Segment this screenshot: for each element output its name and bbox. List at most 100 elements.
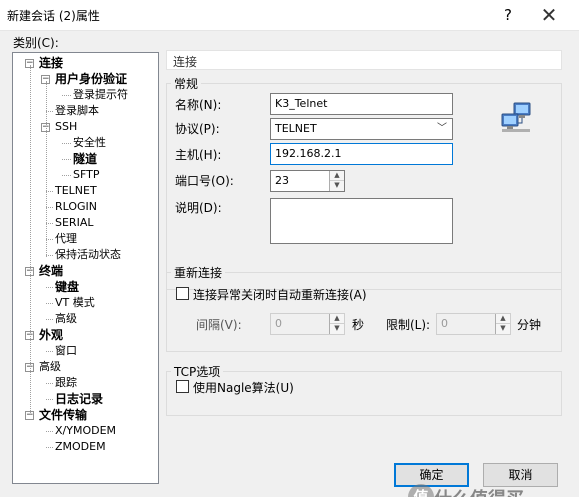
tree-item[interactable]: X/YMODEM <box>55 423 116 439</box>
tree-item-label: 隧道 <box>73 152 98 166</box>
reconnect-group-title: 重新连接 <box>171 264 226 281</box>
tree-connector <box>46 303 53 304</box>
tree-item[interactable]: 高级 <box>55 311 77 327</box>
tree-connector <box>46 431 53 432</box>
description-textarea[interactable] <box>270 198 453 244</box>
protocol-select[interactable]: TELNET ﹀ <box>270 118 453 140</box>
tree-item[interactable]: 文件传输 <box>39 407 87 423</box>
tree-connector <box>46 255 53 256</box>
tree-item[interactable]: TELNET <box>55 183 97 199</box>
chevron-down-icon: ﹀ <box>437 123 447 134</box>
tree-connector <box>46 351 53 352</box>
tree-item-label: SSH <box>55 120 78 133</box>
reconnect-group <box>166 272 562 352</box>
network-computers-icon <box>500 101 532 133</box>
help-button[interactable]: ? <box>495 3 521 27</box>
category-label: 类别(C): <box>13 36 59 50</box>
port-input[interactable]: 23 ▲ ▼ <box>270 170 345 192</box>
close-button[interactable]: ✕ <box>534 3 564 27</box>
tree-item-label: 高级 <box>55 312 77 325</box>
tree-connector <box>46 207 53 208</box>
nagle-label: 使用Nagle算法(U) <box>193 381 294 395</box>
tree-item-label: 文件传输 <box>39 408 88 422</box>
name-input[interactable]: K3_Telnet <box>270 93 453 115</box>
tree-item[interactable]: 窗口 <box>55 343 77 359</box>
limit-value: 0 <box>441 317 448 330</box>
tree-item[interactable]: 安全性 <box>73 135 106 151</box>
cancel-button[interactable]: 取消 <box>483 463 558 487</box>
tree-item-label: 登录脚本 <box>55 104 99 117</box>
tree-item-label: 保持活动状态 <box>55 248 121 261</box>
tree-connector <box>62 95 71 96</box>
tree-item[interactable]: ZMODEM <box>55 439 106 455</box>
tree-item[interactable]: 代理 <box>55 231 77 247</box>
tree-connector <box>46 223 53 224</box>
tree-connector <box>46 111 53 112</box>
tree-item-label: 代理 <box>55 232 77 245</box>
general-group-title: 常规 <box>171 75 202 92</box>
tree-connector <box>46 399 53 400</box>
tree-item[interactable]: 登录脚本 <box>55 103 99 119</box>
port-value: 23 <box>275 174 289 187</box>
nagle-checkbox[interactable] <box>176 380 189 393</box>
tree-connector <box>46 447 53 448</box>
tree-connector <box>46 383 53 384</box>
tree-item[interactable]: SFTP <box>73 167 99 183</box>
limit-label: 限制(L): <box>386 318 431 332</box>
protocol-value: TELNET <box>275 122 317 135</box>
tree-item-label: 高级 <box>39 360 61 373</box>
tree-guide <box>46 81 47 257</box>
tree-item[interactable]: VT 模式 <box>55 295 95 311</box>
tree-connector <box>46 191 53 192</box>
tree-item-label: X/YMODEM <box>55 424 117 437</box>
tree-item-label: SFTP <box>73 168 100 181</box>
host-label: 主机(H): <box>175 148 222 162</box>
tree-item[interactable]: RLOGIN <box>55 199 97 215</box>
tree-item[interactable]: 外观 <box>39 327 63 343</box>
tree-item[interactable]: 终端 <box>39 263 63 279</box>
protocol-label: 协议(P): <box>175 122 220 136</box>
watermark-text: 什么值得买 <box>434 485 524 497</box>
tree-item-label: 日志记录 <box>55 392 104 406</box>
tree-item[interactable]: 连接 <box>39 55 63 71</box>
tree-item-label: 跟踪 <box>55 376 77 389</box>
tree-item[interactable]: 保持活动状态 <box>55 247 121 263</box>
tree-connector <box>46 239 53 240</box>
tree-item[interactable]: SERIAL <box>55 215 93 231</box>
section-title: 连接 <box>173 55 198 69</box>
ok-button[interactable]: 确定 <box>394 463 469 487</box>
tree-item[interactable]: 键盘 <box>55 279 79 295</box>
window-title: 新建会话 (2)属性 <box>7 9 100 23</box>
spin-up-icon: ▲ <box>330 314 344 324</box>
tree-connector <box>62 175 71 176</box>
host-input[interactable]: 192.168.2.1 <box>270 143 453 165</box>
port-spinner[interactable]: ▲ ▼ <box>329 171 344 191</box>
description-label: 说明(D): <box>175 201 222 215</box>
tree-item[interactable]: 隧道 <box>73 151 97 167</box>
section-header: 连接 <box>166 50 562 70</box>
tree-item[interactable]: 高级 <box>39 359 61 375</box>
tcp-group-title: TCP选项 <box>171 363 224 380</box>
tree-item-label: 窗口 <box>55 344 77 357</box>
tree-item[interactable]: 跟踪 <box>55 375 77 391</box>
auto-reconnect-checkbox[interactable] <box>176 287 189 300</box>
tree-item-label: 用户身份验证 <box>55 72 128 86</box>
tree-item-label: ZMODEM <box>55 440 106 453</box>
spin-down-icon: ▼ <box>500 324 506 332</box>
interval-label: 间隔(V): <box>196 318 242 332</box>
tree-item[interactable]: SSH <box>55 119 77 135</box>
limit-spinner: ▲ ▼ <box>495 314 510 334</box>
tree-item-label: 终端 <box>39 264 64 278</box>
tree-item[interactable]: 登录提示符 <box>73 87 128 103</box>
spin-up-icon: ▲ <box>496 314 510 324</box>
tree-item[interactable]: 日志记录 <box>55 391 103 407</box>
spin-down-icon[interactable]: ▼ <box>330 181 344 191</box>
seconds-unit: 秒 <box>352 318 365 332</box>
tree-item-label: 连接 <box>39 56 64 70</box>
tree-item-label: 键盘 <box>55 280 80 294</box>
interval-input: 0 ▲ ▼ <box>270 313 345 335</box>
spin-up-icon[interactable]: ▲ <box>330 171 344 181</box>
category-tree[interactable]: 连接 − 用户身份验证 − 登录提示符 登录脚本 SSH − 安全性 隧道 SFTP TELNET RL… <box>12 52 159 484</box>
tree-connector <box>62 143 71 144</box>
tree-item[interactable]: 用户身份验证 <box>55 71 127 87</box>
